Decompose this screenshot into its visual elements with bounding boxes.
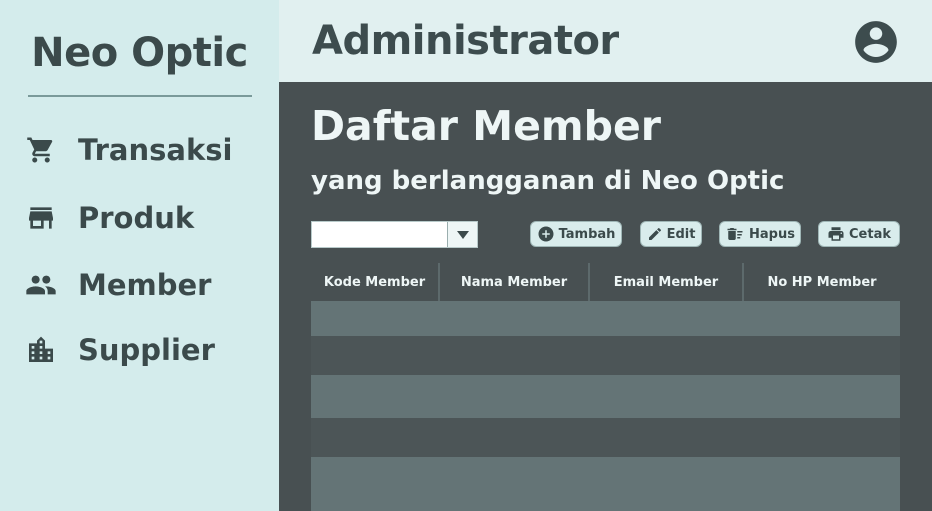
filter-select-value[interactable] [312, 222, 447, 247]
member-table: Kode Member Nama Member Email Member No … [311, 263, 900, 511]
delete-sweep-icon [727, 228, 743, 240]
header: Administrator [279, 0, 932, 82]
sidebar-item-label: Supplier [78, 333, 215, 367]
sidebar-item-supplier[interactable]: Supplier [24, 330, 215, 370]
add-circle-icon [538, 226, 554, 242]
main-content: Daftar Member yang berlangganan di Neo O… [279, 82, 932, 511]
add-button-label: Tambah [558, 226, 616, 242]
edit-button[interactable]: Edit [640, 221, 702, 247]
store-icon [24, 201, 58, 235]
delete-button-label: Hapus [749, 226, 795, 242]
brand-divider [28, 95, 252, 97]
sidebar-item-label: Member [78, 268, 212, 302]
sidebar-item-member[interactable]: Member [24, 265, 211, 305]
dropdown-arrow-icon[interactable] [447, 222, 477, 247]
building-icon [24, 333, 58, 367]
cart-icon [24, 133, 58, 167]
column-header-nohp[interactable]: No HP Member [744, 263, 900, 301]
table-row[interactable] [311, 457, 900, 511]
sidebar-item-label: Transaksi [78, 133, 233, 167]
column-header-nama[interactable]: Nama Member [440, 263, 590, 301]
page-title: Daftar Member [311, 102, 662, 150]
page-subtitle: yang berlangganan di Neo Optic [311, 166, 785, 196]
printer-icon [828, 227, 844, 241]
table-row[interactable] [311, 301, 900, 336]
pencil-icon [648, 227, 661, 240]
sidebar-item-produk[interactable]: Produk [24, 198, 194, 238]
delete-button[interactable]: Hapus [719, 221, 801, 247]
column-header-email[interactable]: Email Member [590, 263, 744, 301]
print-button-label: Cetak [849, 226, 891, 242]
sidebar-item-transaksi[interactable]: Transaksi [24, 130, 232, 170]
add-button[interactable]: Tambah [530, 221, 622, 247]
people-icon [24, 268, 58, 302]
filter-select[interactable] [311, 221, 478, 248]
brand-logo: Neo Optic [31, 30, 248, 76]
edit-button-label: Edit [666, 226, 696, 242]
table-row[interactable] [311, 336, 900, 375]
table-row[interactable] [311, 418, 900, 457]
account-circle-icon[interactable] [851, 17, 901, 67]
print-button[interactable]: Cetak [818, 221, 900, 247]
sidebar: Neo Optic Transaksi Produk Member Suppli… [0, 0, 279, 511]
table-row[interactable] [311, 375, 900, 418]
column-header-kode[interactable]: Kode Member [311, 263, 440, 301]
sidebar-item-label: Produk [78, 201, 195, 235]
page-header-title: Administrator [312, 18, 619, 64]
table-header: Kode Member Nama Member Email Member No … [311, 263, 900, 301]
